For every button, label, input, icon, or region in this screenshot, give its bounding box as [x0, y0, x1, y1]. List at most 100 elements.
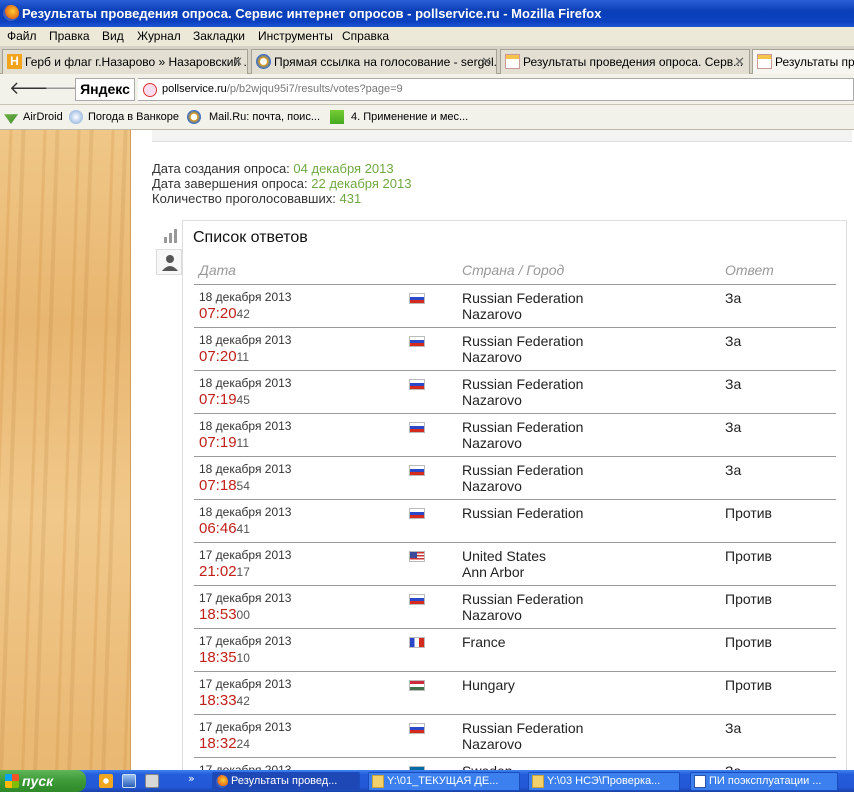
- answers-title: Список ответов: [193, 229, 308, 246]
- vote-city: Nazarovo: [462, 607, 522, 623]
- close-icon[interactable]: ✕: [481, 50, 492, 74]
- vote-date: 17 декабря 2013: [199, 677, 292, 691]
- vote-time-hm: 07:19: [199, 434, 237, 451]
- bookmark-airdroid[interactable]: AirDroid: [23, 111, 63, 123]
- table-row: 18 декабря 2013 07:2042 Russian Federation…: [194, 285, 836, 328]
- close-icon[interactable]: ✕: [734, 50, 745, 74]
- vote-answer: За: [725, 763, 741, 770]
- chevron-right-icon[interactable]: »: [188, 772, 195, 785]
- vote-city: Nazarovo: [462, 306, 522, 322]
- fr-flag-icon: [409, 637, 425, 648]
- bookmarks-bar: AirDroid Погода в Ванкоре Mail.Ru: почта…: [0, 105, 854, 130]
- bookmark-mailru[interactable]: Mail.Ru: почта, поис...: [209, 111, 320, 123]
- vote-city: Nazarovo: [462, 435, 522, 451]
- folder-icon: [372, 775, 384, 788]
- vote-time-seconds: 11: [236, 350, 250, 364]
- header-box: [152, 130, 852, 142]
- hu-flag-icon: [409, 680, 425, 691]
- vote-time-seconds: 11: [236, 436, 250, 450]
- vote-time-hm: 18:33: [199, 692, 237, 709]
- weather-icon: [69, 110, 83, 124]
- table-row: 17 декабря 2013 Sweden За: [194, 758, 836, 770]
- close-icon[interactable]: ✕: [232, 50, 243, 74]
- chart-view-tab[interactable]: [156, 222, 182, 248]
- firefox-icon: [216, 775, 228, 788]
- vote-time-hm: 18:53: [199, 606, 237, 623]
- menu-tools[interactable]: Инструменты: [258, 29, 333, 43]
- vote-time: 07:1945: [199, 391, 250, 408]
- vote-time-hm: 07:19: [199, 391, 237, 408]
- table-row: 18 декабря 2013 07:1911 Russian Federation…: [194, 414, 836, 457]
- vote-time: 07:2042: [199, 305, 250, 322]
- ru-flag-icon: [409, 594, 425, 605]
- tab-direct-link[interactable]: Прямая ссылка на голосование - sergol...…: [251, 49, 497, 74]
- menu-edit[interactable]: Правка: [49, 29, 90, 43]
- vote-date: 18 декабря 2013: [199, 505, 292, 519]
- vote-time-hm: 21:02: [199, 563, 237, 580]
- windows-logo-icon: [5, 774, 19, 788]
- address-bar[interactable]: pollservice.ru/p/b2wjqu95i7/results/vote…: [138, 78, 854, 101]
- ru-flag-icon: [409, 723, 425, 734]
- calculator-quicklaunch-icon[interactable]: [145, 774, 159, 788]
- desktop-quicklaunch-icon[interactable]: [122, 774, 136, 788]
- menu-file[interactable]: Файл: [7, 29, 37, 43]
- tab-nazarovo[interactable]: H Герб и флаг г.Назарово » Назаровский .…: [2, 49, 248, 74]
- table-row: 18 декабря 2013 06:4641 Russian Federation…: [194, 500, 836, 543]
- window-title: Результаты проведения опроса. Сервис инт…: [22, 6, 602, 21]
- vote-date: 18 декабря 2013: [199, 462, 292, 476]
- menu-view[interactable]: Вид: [102, 29, 124, 43]
- vote-country: Russian Federation: [462, 720, 584, 736]
- navigation-bar: 🡐 🡒 Яндекс pollservice.ru/p/b2wjqu95i7/r…: [0, 74, 854, 105]
- taskbar-label: ПИ поэксплуатации ...: [709, 775, 822, 787]
- vote-time-seconds: 10: [236, 651, 250, 665]
- col-date-header: Дата: [199, 262, 236, 278]
- table-row: 18 декабря 2013 07:2011 Russian Federation…: [194, 328, 836, 371]
- document-icon: [694, 775, 706, 788]
- vote-time: 18:3224: [199, 735, 250, 752]
- vote-answer: За: [725, 419, 742, 435]
- bookmark-weather[interactable]: Погода в Ванкоре: [88, 111, 179, 123]
- view-switcher: [156, 222, 182, 282]
- start-button[interactable]: пуск: [0, 770, 86, 792]
- menu-bookmarks[interactable]: Закладки: [193, 29, 245, 43]
- vote-answer: Против: [725, 634, 772, 650]
- vote-time-hm: 18:32: [199, 735, 237, 752]
- vote-country: Russian Federation: [462, 591, 584, 607]
- taskbar-folder-1[interactable]: Y:\01_ТЕКУЩАЯ ДЕ...: [368, 772, 520, 791]
- title-bar: Результаты проведения опроса. Сервис инт…: [0, 0, 854, 27]
- vote-time: 07:2011: [199, 348, 249, 365]
- mail-quicklaunch-icon[interactable]: [99, 774, 113, 788]
- taskbar-firefox[interactable]: Результаты провед...: [212, 772, 360, 791]
- tab-results[interactable]: Результаты проведения опроса. Серв... ✕: [500, 49, 750, 74]
- vote-time-hm: 07:18: [199, 477, 237, 494]
- vote-country: Russian Federation: [462, 376, 584, 392]
- table-row: 17 декабря 2013 18:5300 Russian Federation…: [194, 586, 836, 629]
- table-row: 18 декабря 2013 07:1854 Russian Federation…: [194, 457, 836, 500]
- tab-label: Герб и флаг г.Назарово » Назаровский ...: [25, 55, 248, 69]
- vote-date: 17 декабря 2013: [199, 591, 292, 605]
- vote-date: 18 декабря 2013: [199, 419, 292, 433]
- vote-time-hm: 07:20: [199, 305, 237, 322]
- user-icon: [162, 255, 178, 271]
- vote-time-hm: 18:35: [199, 649, 237, 666]
- search-engine-button[interactable]: Яндекс: [75, 78, 135, 101]
- bookmark-page[interactable]: 4. Применение и мес...: [351, 111, 468, 123]
- vote-date: 17 декабря 2013: [199, 634, 292, 648]
- vote-country: Russian Federation: [462, 290, 584, 306]
- vote-country: Russian Federation: [462, 505, 584, 521]
- table-row: 17 декабря 2013 21:0217 United States Ann A…: [194, 543, 836, 586]
- taskbar-label: Y:\01_ТЕКУЩАЯ ДЕ...: [387, 775, 499, 787]
- menu-history[interactable]: Журнал: [137, 29, 181, 43]
- vote-city: Nazarovo: [462, 392, 522, 408]
- taskbar-word[interactable]: ПИ поэксплуатации ...: [690, 772, 838, 791]
- vote-time-seconds: 24: [236, 737, 250, 751]
- vote-country: Sweden: [462, 763, 513, 770]
- menu-help[interactable]: Справка: [342, 29, 389, 43]
- vote-time: 06:4641: [199, 520, 250, 537]
- votes-view-tab[interactable]: [156, 249, 182, 275]
- taskbar-folder-2[interactable]: Y:\03 НСЭ\Проверка...: [528, 772, 680, 791]
- table-row: 18 декабря 2013 07:1945 Russian Federation…: [194, 371, 836, 414]
- vote-country: Russian Federation: [462, 462, 584, 478]
- tab-results-active[interactable]: Результаты проведения опроса...: [752, 49, 854, 75]
- site-identity-icon[interactable]: [143, 83, 157, 97]
